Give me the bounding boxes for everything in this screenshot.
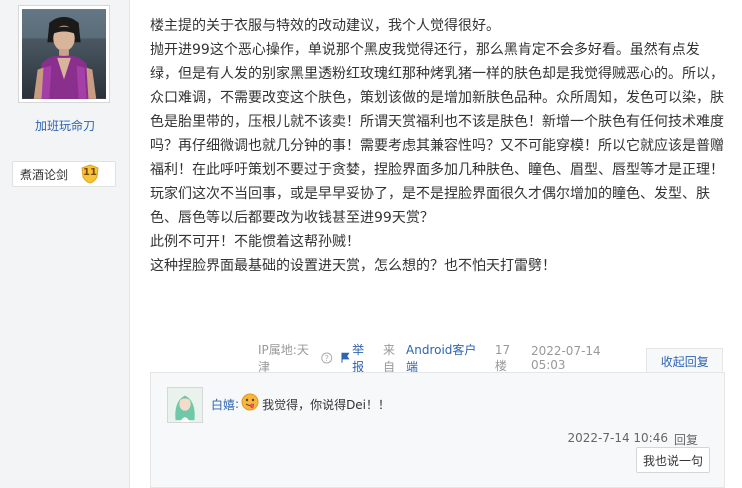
client-link[interactable]: Android客户端: [406, 341, 485, 375]
reply-time: 2022-7-14 10:46: [567, 431, 668, 445]
ip-location: IP属地:天津: [258, 343, 309, 374]
reply-item: 白嬉 : 我觉得，你说得Dei！！ 2022-7-14 10:46 回复: [167, 387, 712, 447]
post-paragraph: 楼主提的关于衣服与特效的改动建议，我个人觉得很好。: [150, 18, 500, 34]
reply-box: 白嬉 : 我觉得，你说得Dei！！ 2022-7-14 10:46 回复 我也说…: [150, 372, 725, 488]
post-paragraph: 这种捏脸界面最基础的设置进天赏，怎么想的？也不怕天打雷劈！: [150, 258, 556, 274]
author-sidebar: 加班玩命刀 煮酒论剑 11: [0, 0, 130, 488]
fold-reply-button[interactable]: 收起回复: [646, 348, 723, 374]
reply-colon: :: [235, 397, 240, 411]
tongue-emoji-icon: [241, 393, 259, 411]
reply-meta: 2022-7-14 10:46 回复: [567, 431, 698, 448]
post-paragraph: 玩家们这次不当回事，或是早早妥协了，是不是捏脸界面很久才偶尔增加的瞳色、发型、肤…: [150, 186, 710, 226]
reply-text: 我觉得，你说得Dei！！: [262, 397, 391, 412]
from-label: 来自: [383, 343, 396, 374]
level-badge[interactable]: 煮酒论剑 11: [12, 161, 116, 187]
post-tail: IP属地:天津 ? 举报 来自 Android客户端 17楼 2022-07-1…: [258, 343, 723, 374]
avatar-image: [22, 9, 106, 99]
help-icon[interactable]: ?: [321, 352, 333, 364]
post-content: 楼主提的关于衣服与特效的改动建议，我个人觉得很好。 抛开进99这个恶心操作，单说…: [150, 14, 725, 278]
report-button[interactable]: 举报: [341, 341, 375, 375]
level-number-badge: 11: [80, 164, 100, 184]
svg-text:?: ?: [325, 354, 329, 363]
author-avatar[interactable]: [18, 5, 110, 103]
reply-button[interactable]: 回复: [674, 431, 698, 448]
post-time: 2022-07-14 05:03: [530, 344, 601, 372]
reply-line: 白嬉 : 我觉得，你说得Dei！！: [211, 393, 391, 413]
floor-number: 17楼: [494, 342, 511, 373]
post-paragraph: 抛开进99这个恶心操作，单说那个黑皮我觉得还行，那么黑肯定不会多好看。虽然有点发…: [150, 42, 724, 178]
level-name: 煮酒论剑: [20, 167, 69, 182]
post-paragraph: 此例不可开！不能惯着这帮孙贼！: [150, 234, 360, 250]
reply-avatar[interactable]: [167, 387, 203, 423]
author-username[interactable]: 加班玩命刀: [0, 117, 130, 134]
say-something-button[interactable]: 我也说一句: [636, 447, 710, 473]
level-number: 11: [83, 167, 97, 178]
reply-username[interactable]: 白嬉: [211, 396, 235, 413]
report-icon: [341, 352, 350, 363]
report-label: 举报: [352, 343, 365, 374]
